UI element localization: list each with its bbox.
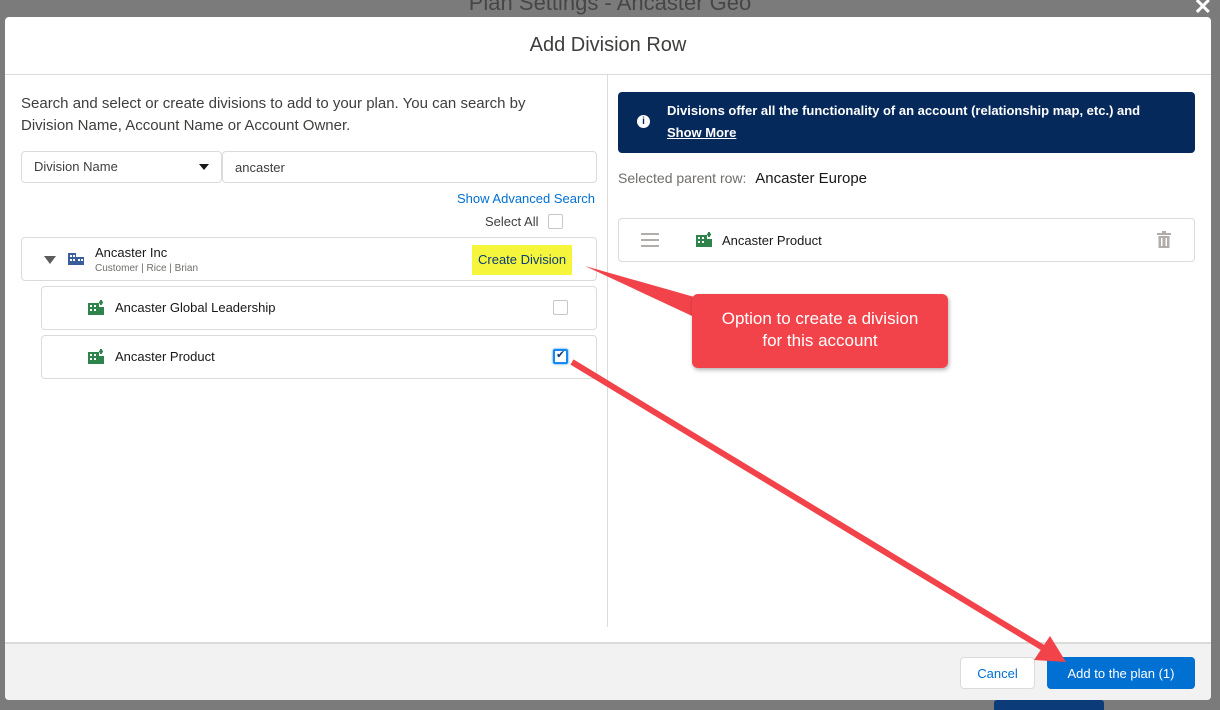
backdrop-page-title: Plan Settings - Ancaster Geo (468, 0, 752, 15)
search-panel: Search and select or create divisions to… (5, 75, 608, 627)
account-building-icon (68, 251, 84, 270)
info-text: Divisions offer all the functionality of… (667, 103, 1141, 118)
annotation-callout: Option to create a division for this acc… (692, 294, 948, 368)
modal-body: Search and select or create divisions to… (5, 75, 1211, 642)
modal-footer: Cancel Add to the plan (1) (5, 642, 1211, 700)
search-input[interactable] (222, 151, 597, 183)
modal-title: Add Division Row (5, 17, 1211, 75)
select-all[interactable]: Select All (485, 214, 564, 229)
division-name: Ancaster Global Leadership (115, 300, 276, 315)
collapse-toggle-icon[interactable] (44, 256, 56, 264)
show-advanced-search-link[interactable]: Show Advanced Search (457, 191, 595, 206)
trash-icon[interactable] (1157, 231, 1171, 253)
select-all-checkbox[interactable] (548, 214, 564, 229)
account-row: Ancaster Inc Customer | Rice | Brian Cre… (21, 237, 597, 281)
division-name: Ancaster Product (115, 349, 215, 364)
search-field-value: Division Name (34, 159, 118, 174)
parent-value: Ancaster Europe (755, 170, 868, 187)
division-icon (88, 349, 104, 369)
division-icon (696, 232, 712, 252)
search-field-select[interactable]: Division Name (21, 151, 222, 183)
division-icon (88, 300, 104, 320)
selected-division-name: Ancaster Product (722, 233, 822, 248)
info-icon: i (637, 115, 650, 128)
caret-down-icon (199, 164, 209, 170)
account-meta: Customer | Rice | Brian (95, 263, 199, 274)
callout-line-2: for this account (762, 331, 878, 350)
selected-division-item: Ancaster Product (618, 218, 1195, 262)
drag-handle-icon[interactable] (641, 233, 659, 251)
info-banner: i Divisions offer all the functionality … (618, 92, 1195, 153)
selected-parent-row: Selected parent row: Ancaster Europe (618, 170, 867, 187)
search-instructions: Search and select or create divisions to… (21, 95, 526, 134)
create-division-button[interactable]: Create Division (472, 245, 573, 275)
add-division-modal: Add Division Row Search and select or cr… (5, 17, 1211, 700)
show-more-link[interactable]: Show More (667, 125, 736, 140)
division-checkbox[interactable] (553, 300, 568, 315)
division-checkbox-checked[interactable] (553, 348, 568, 364)
cancel-button[interactable]: Cancel (960, 657, 1035, 689)
backdrop-button (994, 700, 1104, 710)
parent-label: Selected parent row: (618, 170, 747, 186)
callout-line-1: Option to create a division (721, 309, 919, 328)
add-to-plan-button[interactable]: Add to the plan (1) (1047, 657, 1195, 689)
division-row[interactable]: Ancaster Product (41, 335, 597, 379)
account-name[interactable]: Ancaster Inc (95, 245, 167, 260)
division-row[interactable]: Ancaster Global Leadership (41, 286, 597, 330)
select-all-label: Select All (485, 214, 539, 229)
